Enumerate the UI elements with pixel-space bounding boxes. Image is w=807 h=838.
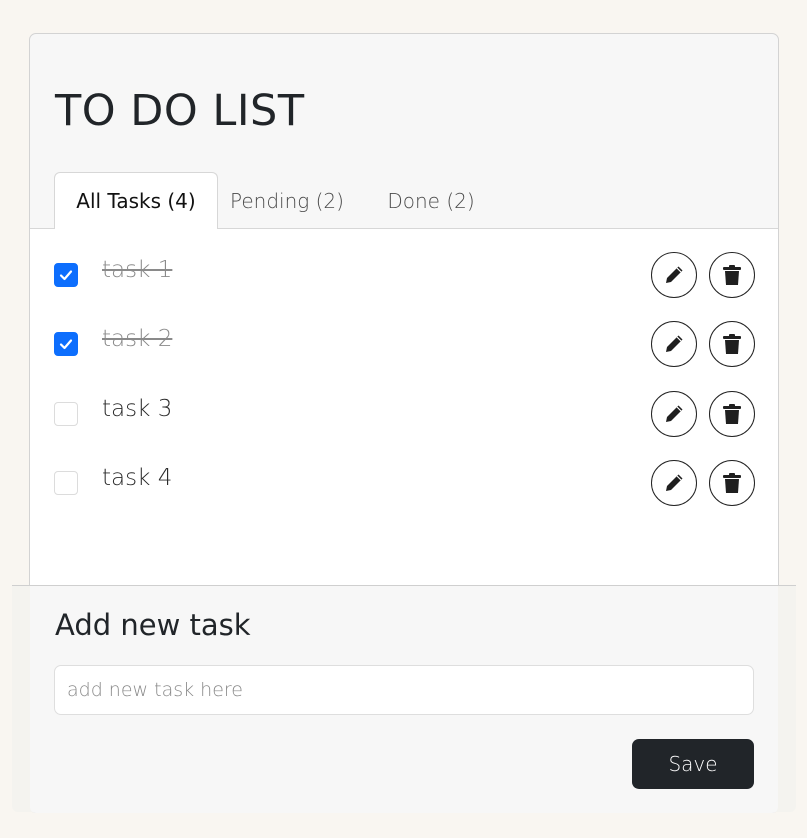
tab-pending[interactable]: Pending (2) bbox=[220, 172, 354, 229]
add-task-heading: Add new task bbox=[55, 608, 251, 642]
edit-button[interactable] bbox=[651, 252, 697, 298]
list-item: task 1 bbox=[30, 245, 778, 305]
new-task-input[interactable] bbox=[54, 665, 754, 715]
task-label: task 4 bbox=[102, 465, 173, 491]
pencil-icon bbox=[666, 405, 683, 422]
delete-button[interactable] bbox=[709, 252, 755, 298]
todo-card: TO DO LIST All Tasks (4) Pending (2) Don… bbox=[12, 33, 796, 813]
tab-bar: All Tasks (4) Pending (2) Done (2) bbox=[30, 172, 778, 230]
page-title: TO DO LIST bbox=[55, 86, 305, 136]
task-label: task 1 bbox=[102, 257, 173, 283]
task-checkbox[interactable] bbox=[54, 402, 78, 426]
tab-all-tasks[interactable]: All Tasks (4) bbox=[54, 172, 218, 230]
task-checkbox[interactable] bbox=[54, 332, 78, 356]
add-task-section: Add new task Save bbox=[12, 585, 796, 813]
pencil-icon bbox=[666, 266, 683, 283]
trash-icon bbox=[723, 334, 741, 354]
trash-icon bbox=[723, 265, 741, 285]
pencil-icon bbox=[666, 335, 683, 352]
list-item: task 4 bbox=[30, 453, 778, 513]
pencil-icon bbox=[666, 474, 683, 491]
list-item: task 3 bbox=[30, 384, 778, 444]
check-icon bbox=[59, 339, 73, 350]
delete-button[interactable] bbox=[709, 460, 755, 506]
task-list: task 1 task 2 task 3 task 4 bbox=[30, 229, 778, 586]
task-checkbox[interactable] bbox=[54, 263, 78, 287]
edit-button[interactable] bbox=[651, 321, 697, 367]
delete-button[interactable] bbox=[709, 391, 755, 437]
delete-button[interactable] bbox=[709, 321, 755, 367]
task-label: task 2 bbox=[102, 326, 173, 352]
add-task-panel: Add new task Save bbox=[30, 586, 778, 813]
tab-done[interactable]: Done (2) bbox=[370, 172, 492, 229]
task-label: task 3 bbox=[102, 396, 173, 422]
check-icon bbox=[59, 270, 73, 281]
trash-icon bbox=[723, 473, 741, 493]
task-checkbox[interactable] bbox=[54, 471, 78, 495]
list-item: task 2 bbox=[30, 314, 778, 374]
edit-button[interactable] bbox=[651, 391, 697, 437]
trash-icon bbox=[723, 404, 741, 424]
edit-button[interactable] bbox=[651, 460, 697, 506]
save-button[interactable]: Save bbox=[632, 739, 754, 789]
